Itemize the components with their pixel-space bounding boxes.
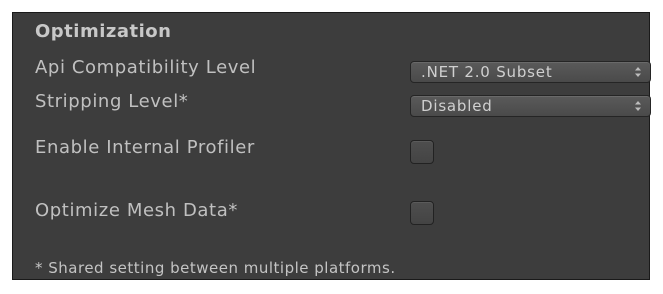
stripping-level-label: Stripping Level* [35, 91, 189, 112]
api-compatibility-label: Api Compatibility Level [35, 57, 257, 78]
optimize-mesh-checkbox[interactable] [410, 201, 434, 225]
internal-profiler-checkbox[interactable] [410, 140, 434, 164]
chevron-up-down-icon [635, 67, 641, 77]
section-title: Optimization [35, 21, 172, 42]
optimization-panel: Optimization Api Compatibility Level .NE… [12, 12, 651, 280]
internal-profiler-label: Enable Internal Profiler [35, 137, 255, 158]
shared-setting-footnote: * Shared setting between multiple platfo… [35, 259, 396, 277]
stripping-level-value: Disabled [421, 97, 493, 115]
optimize-mesh-label: Optimize Mesh Data* [35, 200, 238, 221]
chevron-up-down-icon [635, 101, 641, 111]
api-compatibility-value: .NET 2.0 Subset [421, 63, 553, 81]
stripping-level-dropdown[interactable]: Disabled [410, 95, 651, 117]
api-compatibility-dropdown[interactable]: .NET 2.0 Subset [410, 61, 651, 83]
